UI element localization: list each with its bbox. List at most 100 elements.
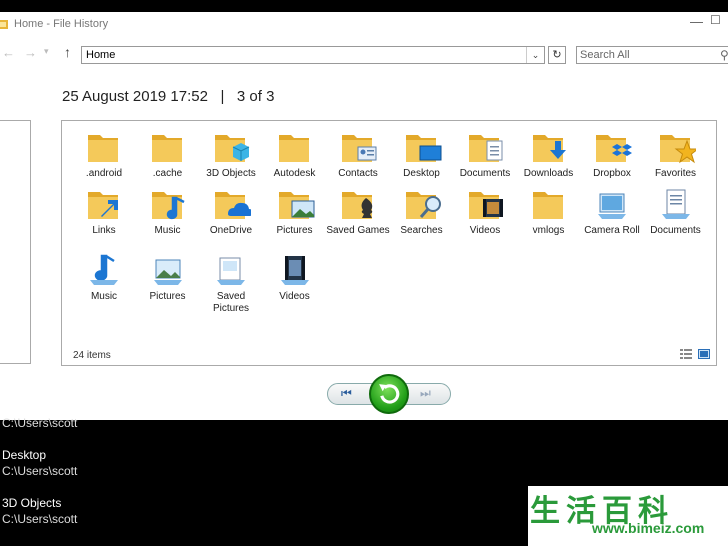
folder-icon bbox=[532, 192, 563, 219]
videos-library-icon bbox=[280, 256, 309, 285]
folder-item[interactable]: Contacts bbox=[326, 127, 390, 180]
folder-item[interactable]: Documents bbox=[644, 184, 708, 237]
folder-item[interactable]: Saved Games bbox=[326, 184, 390, 237]
desktop-folder-icon bbox=[405, 135, 441, 162]
folder-item[interactable]: Camera Roll bbox=[580, 184, 644, 237]
links-folder-icon bbox=[88, 192, 118, 219]
list-item-path: C:\Users\scott bbox=[2, 416, 78, 430]
refresh-button[interactable]: ↻ bbox=[548, 46, 566, 64]
folder-item[interactable]: Music bbox=[136, 184, 200, 237]
list-item-name[interactable]: 3D Objects bbox=[2, 496, 61, 510]
folder-item-label: Autodesk bbox=[273, 168, 316, 179]
folder-item-label: Videos bbox=[469, 225, 501, 236]
address-dropdown-chevron-icon[interactable]: ⌄ bbox=[526, 47, 544, 63]
list-item-path: C:\Users\scott bbox=[2, 512, 78, 526]
up-arrow-icon[interactable]: ↑ bbox=[64, 44, 71, 60]
3d-objects-folder-icon bbox=[215, 135, 250, 162]
folder-icon bbox=[151, 135, 182, 162]
folder-item[interactable]: OneDrive bbox=[199, 184, 263, 237]
favorites-folder-icon bbox=[659, 135, 696, 164]
snapshot-datetime: 25 August 2019 17:52 bbox=[62, 88, 208, 105]
folder-item-label: Downloads bbox=[523, 168, 574, 179]
searches-folder-icon bbox=[405, 192, 441, 219]
folder-item-label: Videos bbox=[279, 291, 310, 302]
folder-icon bbox=[88, 135, 118, 162]
address-bar[interactable]: Home ⌄ bbox=[81, 46, 545, 64]
address-text: Home bbox=[86, 49, 116, 61]
folder-item-label: Documents bbox=[650, 225, 701, 236]
restore-button[interactable] bbox=[369, 374, 409, 414]
folder-item[interactable]: Pictures bbox=[136, 250, 200, 303]
folder-item[interactable]: Pictures bbox=[263, 184, 327, 237]
search-icon[interactable]: ⚲ bbox=[720, 48, 728, 62]
folder-item[interactable]: Favorites bbox=[644, 127, 708, 180]
folder-item[interactable]: Music bbox=[72, 250, 136, 303]
next-version-icon[interactable]: ⏭ bbox=[420, 386, 431, 401]
folder-item-label: Pictures bbox=[149, 291, 186, 302]
folder-item-label: Pictures bbox=[276, 225, 313, 236]
folder-item-label: Desktop bbox=[403, 168, 440, 179]
folder-item[interactable]: Videos bbox=[263, 250, 327, 303]
maximize-icon[interactable]: ☐ bbox=[710, 13, 721, 27]
folder-item-label: Music bbox=[154, 225, 181, 236]
minimize-icon[interactable]: — bbox=[690, 14, 703, 29]
restore-icon bbox=[379, 384, 400, 404]
watermark-url: www.bimeiz.com bbox=[592, 520, 705, 536]
folder-item[interactable]: Autodesk bbox=[263, 127, 327, 180]
back-arrow-icon[interactable]: ← bbox=[2, 45, 15, 60]
side-panel bbox=[0, 120, 31, 364]
folder-item-label: Saved Games bbox=[326, 225, 390, 236]
folder-item[interactable]: .cache bbox=[136, 127, 200, 180]
forward-arrow-icon[interactable]: → bbox=[24, 45, 37, 60]
folder-item[interactable]: Saved Pictures bbox=[199, 250, 263, 315]
folder-item-label: Music bbox=[90, 291, 118, 302]
folder-item-label: Searches bbox=[400, 225, 443, 236]
file-list-panel: .android .cache 3D Objects Autodesk Contacts… bbox=[61, 120, 717, 366]
folder-item[interactable]: Links bbox=[72, 184, 136, 237]
item-count: 24 items bbox=[73, 350, 111, 361]
file-history-window: Home - File History — ☐ ← → ▾ ↑ Home ⌄ ↻… bbox=[0, 0, 728, 420]
folder-item[interactable]: Searches bbox=[390, 184, 454, 237]
folder-item[interactable]: Dropbox bbox=[580, 127, 644, 180]
playback-controls: ⏮ ⏭ bbox=[327, 374, 451, 414]
previous-version-icon[interactable]: ⏮ bbox=[341, 386, 352, 401]
folder-item[interactable]: vmlogs bbox=[517, 184, 581, 237]
snapshot-position: 3 of 3 bbox=[236, 88, 275, 105]
navigation-bar: ← → ▾ ↑ Home ⌄ ↻ Search All ⚲ bbox=[0, 44, 728, 66]
documents-library-icon bbox=[661, 189, 690, 219]
snapshot-separator: | bbox=[220, 88, 225, 105]
folder-item[interactable]: Downloads bbox=[517, 127, 581, 180]
list-item-path: C:\Users\scott bbox=[2, 464, 78, 478]
search-placeholder: Search All bbox=[580, 49, 630, 61]
folder-item[interactable]: .android bbox=[72, 127, 136, 180]
list-item-name[interactable]: Desktop bbox=[2, 448, 46, 462]
downloads-folder-icon bbox=[532, 135, 566, 162]
folder-item-label: Saved Pictures bbox=[212, 291, 250, 314]
large-icons-view-icon[interactable] bbox=[698, 349, 710, 359]
folder-item-label: Contacts bbox=[338, 168, 378, 179]
folder-item[interactable]: Videos bbox=[453, 184, 517, 237]
folder-item[interactable]: Desktop bbox=[390, 127, 454, 180]
folder-item-label: .android bbox=[85, 168, 123, 179]
music-folder-icon bbox=[151, 192, 185, 220]
pictures-library-icon bbox=[153, 259, 182, 285]
file-history-app-icon bbox=[0, 20, 8, 29]
folder-item-label: vmlogs bbox=[532, 225, 565, 236]
pictures-folder-icon bbox=[278, 192, 314, 219]
folder-item-label: OneDrive bbox=[209, 225, 253, 236]
snapshot-header: 25 August 2019 17:52 | 3 of 3 bbox=[62, 88, 274, 105]
folder-item-label: Documents bbox=[459, 168, 511, 179]
top-black-strip bbox=[0, 0, 728, 12]
recent-locations-chevron-icon[interactable]: ▾ bbox=[44, 46, 49, 57]
refresh-icon: ↻ bbox=[552, 49, 562, 61]
videos-folder-icon bbox=[469, 192, 503, 219]
folder-item[interactable]: Documents bbox=[453, 127, 517, 180]
search-input[interactable]: Search All ⚲ bbox=[576, 46, 728, 64]
details-view-icon[interactable] bbox=[680, 349, 692, 359]
saved-pictures-library-icon bbox=[217, 257, 245, 285]
documents-folder-icon bbox=[469, 135, 503, 162]
saved-games-folder-icon bbox=[342, 192, 373, 219]
onedrive-folder-icon bbox=[215, 192, 251, 219]
folder-item[interactable]: 3D Objects bbox=[199, 127, 263, 180]
folder-item-label: Links bbox=[92, 225, 116, 236]
